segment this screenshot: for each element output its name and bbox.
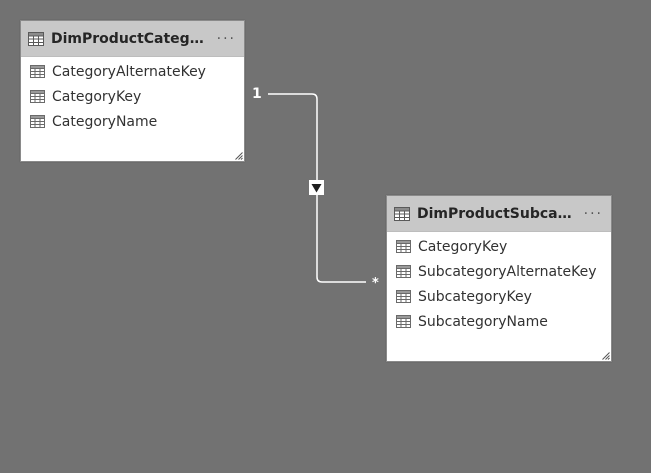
- field-name: SubcategoryKey: [418, 288, 532, 305]
- field-icon: [30, 115, 45, 128]
- table-card-header[interactable]: DimProductSubcate... ···: [387, 196, 611, 232]
- table-card-dim-product-category[interactable]: DimProductCategory ··· CategoryAlternate…: [20, 20, 245, 162]
- resize-handle-icon[interactable]: [602, 352, 610, 360]
- more-options-icon[interactable]: ···: [217, 32, 236, 46]
- table-icon: [394, 206, 410, 221]
- table-title: DimProductCategory: [51, 30, 211, 47]
- cardinality-many-label: *: [372, 276, 379, 291]
- field-name: CategoryAlternateKey: [52, 63, 206, 80]
- table-title: DimProductSubcate...: [417, 205, 578, 222]
- cardinality-one-label: 1: [252, 86, 262, 102]
- filter-direction-arrow-icon[interactable]: [309, 180, 324, 195]
- field-icon: [396, 240, 411, 253]
- field-name: CategoryName: [52, 113, 158, 130]
- table-card-header[interactable]: DimProductCategory ···: [21, 21, 244, 57]
- field-list: CategoryAlternateKey CategoryKey Categor…: [21, 57, 244, 134]
- resize-handle-icon[interactable]: [235, 152, 243, 160]
- more-options-icon[interactable]: ···: [584, 207, 603, 221]
- field-row[interactable]: SubcategoryName: [387, 309, 611, 334]
- field-name: SubcategoryName: [418, 313, 548, 330]
- field-row[interactable]: CategoryName: [21, 109, 244, 134]
- field-icon: [30, 65, 45, 78]
- field-name: CategoryKey: [418, 238, 508, 255]
- field-icon: [30, 90, 45, 103]
- field-icon: [396, 315, 411, 328]
- field-row[interactable]: SubcategoryKey: [387, 284, 611, 309]
- field-row[interactable]: SubcategoryAlternateKey: [387, 259, 611, 284]
- field-row[interactable]: CategoryKey: [387, 234, 611, 259]
- field-icon: [396, 290, 411, 303]
- field-row[interactable]: CategoryKey: [21, 84, 244, 109]
- field-row[interactable]: CategoryAlternateKey: [21, 59, 244, 84]
- table-icon: [28, 31, 44, 46]
- table-card-dim-product-subcategory[interactable]: DimProductSubcate... ··· CategoryKey Sub…: [386, 195, 612, 362]
- field-name: SubcategoryAlternateKey: [418, 263, 597, 280]
- field-name: CategoryKey: [52, 88, 142, 105]
- field-icon: [396, 265, 411, 278]
- field-list: CategoryKey SubcategoryAlternateKey Subc…: [387, 232, 611, 334]
